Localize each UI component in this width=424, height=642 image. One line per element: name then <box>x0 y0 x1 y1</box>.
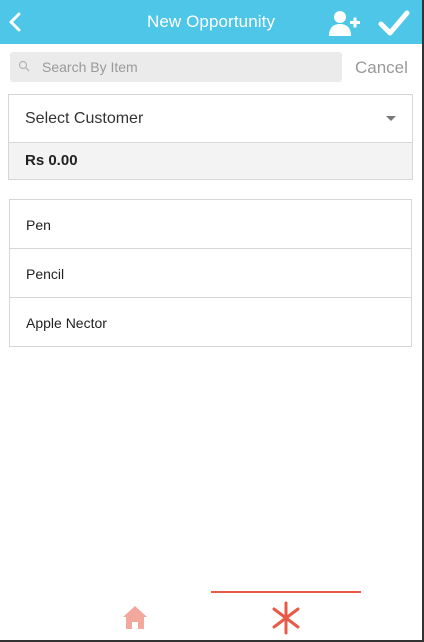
list-item-label: Pencil <box>26 266 65 282</box>
tab-home[interactable] <box>110 602 160 632</box>
amount-row: Rs 0.00 <box>9 143 412 179</box>
list-item[interactable]: Apple Nector <box>10 298 411 346</box>
asterisk-icon <box>272 601 300 635</box>
items-list: Pen Pencil Apple Nector <box>9 199 412 347</box>
home-icon <box>123 606 147 629</box>
search-box[interactable] <box>10 52 342 82</box>
search-icon <box>18 60 30 72</box>
search-row: Cancel <box>0 44 422 90</box>
app-header: New Opportunity <box>0 0 422 44</box>
bottom-nav <box>0 580 422 640</box>
customer-select[interactable]: Select Customer <box>9 95 412 143</box>
list-item-label: Pen <box>26 217 51 233</box>
list-item[interactable]: Pen <box>10 200 411 249</box>
cancel-button[interactable]: Cancel <box>355 58 408 78</box>
list-item[interactable]: Pencil <box>10 249 411 298</box>
caret-down-icon <box>386 116 396 121</box>
add-customer-button[interactable] <box>328 8 360 38</box>
new-opportunity-screen: New Opportunity Cancel <box>0 0 424 642</box>
total-amount: Rs 0.00 <box>25 152 78 169</box>
tab-asterisk[interactable] <box>268 600 304 636</box>
checkmark-icon <box>378 10 410 36</box>
add-user-icon <box>329 11 360 36</box>
active-tab-indicator <box>211 591 361 593</box>
customer-select-label: Select Customer <box>25 110 144 127</box>
list-item-label: Apple Nector <box>26 315 107 331</box>
confirm-button[interactable] <box>378 8 410 38</box>
search-input[interactable] <box>42 52 332 82</box>
customer-card: Select Customer Rs 0.00 <box>8 94 413 180</box>
